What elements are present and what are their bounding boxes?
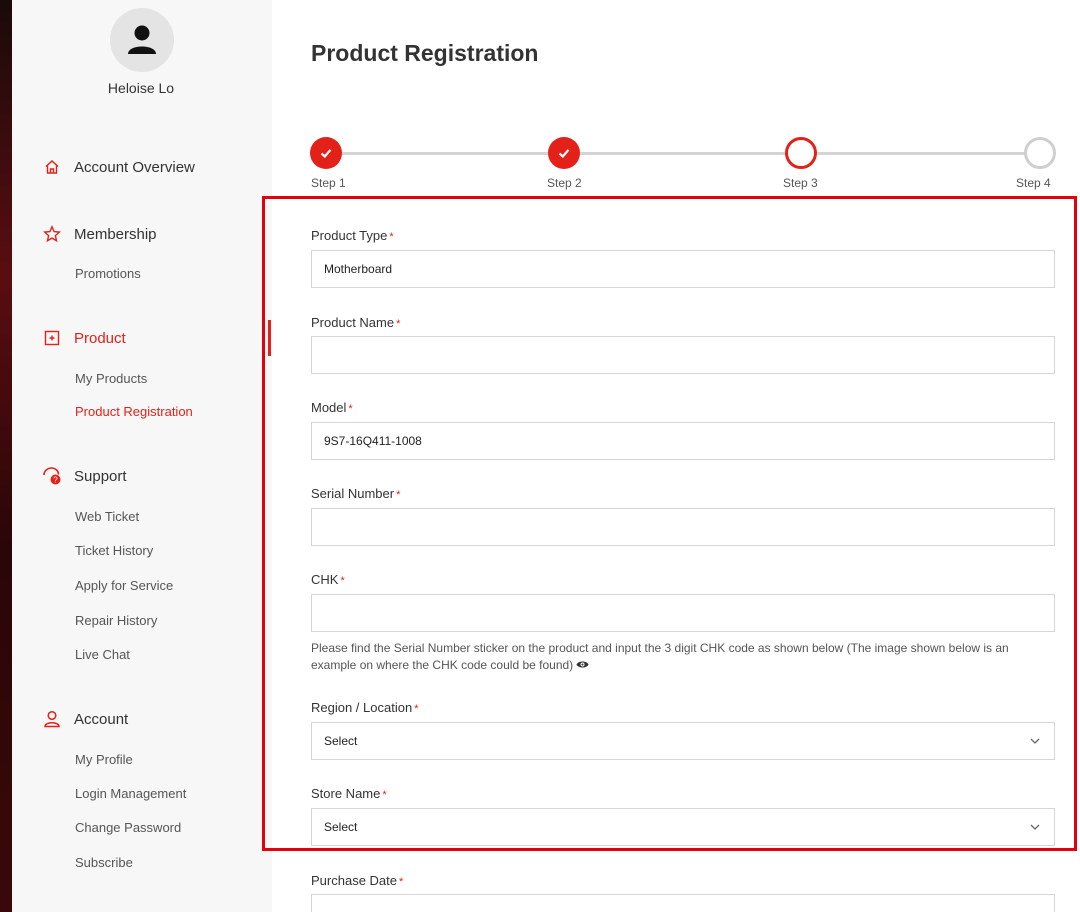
store-name-selected-value: Select <box>324 820 358 834</box>
step-connector <box>816 152 1028 155</box>
sidebar-item-support[interactable]: ? Support <box>42 466 127 486</box>
star-icon <box>42 224 62 244</box>
sidebar-item-product[interactable]: Product <box>42 328 126 348</box>
sidebar-item-label: Account Overview <box>74 158 195 176</box>
sidebar-item-account[interactable]: Account <box>42 709 128 729</box>
check-icon <box>558 149 570 159</box>
background-strip <box>0 0 12 912</box>
serial-number-label: Serial Number * <box>311 486 401 501</box>
model-field[interactable] <box>311 422 1055 460</box>
product-name-label: Product Name * <box>311 315 401 330</box>
sidebar-item-web-ticket[interactable]: Web Ticket <box>75 509 139 524</box>
home-icon <box>42 157 62 177</box>
step-4-indicator <box>1024 137 1056 169</box>
user-icon <box>128 25 156 54</box>
chk-label: CHK * <box>311 572 345 587</box>
sidebar-item-change-password[interactable]: Change Password <box>75 820 181 835</box>
sidebar-item-label: Account <box>74 710 129 728</box>
step-label: Step 3 <box>783 176 818 190</box>
sidebar-item-account-overview[interactable]: Account Overview <box>42 157 195 177</box>
region-select[interactable]: Select <box>311 722 1055 760</box>
sidebar-item-login-management[interactable]: Login Management <box>75 786 186 801</box>
page-title: Product Registration <box>311 40 539 66</box>
person-icon <box>42 709 62 729</box>
sidebar-item-product-registration[interactable]: Product Registration <box>75 404 193 419</box>
product-type-label: Product Type * <box>311 228 394 243</box>
scroll-indicator <box>268 320 271 356</box>
sidebar-item-label: Product <box>74 329 126 347</box>
eye-icon[interactable] <box>576 657 589 674</box>
chevron-down-icon <box>1028 734 1042 748</box>
svg-text:?: ? <box>53 476 58 485</box>
sidebar-item-label: Support <box>74 467 127 485</box>
step-1-indicator <box>310 137 342 169</box>
step-label: Step 4 <box>1016 176 1051 190</box>
sidebar-item-label: Membership <box>74 225 157 243</box>
step-label: Step 2 <box>547 176 582 190</box>
region-label: Region / Location * <box>311 700 419 715</box>
sidebar-item-subscribe[interactable]: Subscribe <box>75 855 133 870</box>
sidebar-item-my-products[interactable]: My Products <box>75 371 147 386</box>
step-connector <box>340 152 552 155</box>
model-label: Model * <box>311 400 353 415</box>
purchase-date-field[interactable] <box>311 894 1055 912</box>
product-name-field[interactable] <box>311 336 1055 374</box>
step-connector <box>578 152 790 155</box>
product-icon <box>42 328 62 348</box>
sidebar-item-live-chat[interactable]: Live Chat <box>75 647 130 662</box>
store-name-label: Store Name * <box>311 786 387 801</box>
step-label: Step 1 <box>311 176 346 190</box>
sidebar-item-my-profile[interactable]: My Profile <box>75 752 133 767</box>
step-2-indicator <box>548 137 580 169</box>
sidebar-item-repair-history[interactable]: Repair History <box>75 613 157 628</box>
step-3-indicator <box>785 137 817 169</box>
region-selected-value: Select <box>324 734 358 748</box>
sidebar-item-apply-for-service[interactable]: Apply for Service <box>75 578 173 593</box>
purchase-date-label: Purchase Date * <box>311 873 404 888</box>
support-chat-icon: ? <box>42 466 62 486</box>
chk-field[interactable] <box>311 594 1055 632</box>
chk-help-text: Please find the Serial Number sticker on… <box>311 640 1056 674</box>
chevron-down-icon <box>1028 820 1042 834</box>
sidebar-item-ticket-history[interactable]: Ticket History <box>75 543 153 558</box>
sidebar-item-membership[interactable]: Membership <box>42 224 157 244</box>
check-icon <box>320 149 332 159</box>
user-name: Heloise Lo <box>107 80 175 96</box>
sidebar <box>12 0 272 912</box>
serial-number-field[interactable] <box>311 508 1055 546</box>
avatar[interactable] <box>110 8 174 72</box>
sidebar-item-promotions[interactable]: Promotions <box>75 266 141 281</box>
product-type-field[interactable] <box>311 250 1055 288</box>
store-name-select[interactable]: Select <box>311 808 1055 846</box>
